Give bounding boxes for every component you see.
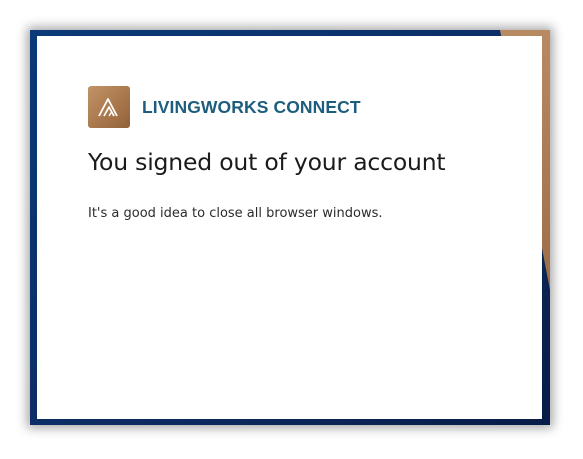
livingworks-logo-icon <box>88 86 130 128</box>
signout-card: LIVINGWORKS CONNECT You signed out of yo… <box>37 36 542 419</box>
brand-header: LIVINGWORKS CONNECT <box>88 86 361 128</box>
mountain-icon <box>98 98 118 117</box>
page-title: You signed out of your account <box>88 148 446 176</box>
signout-window: LIVINGWORKS CONNECT You signed out of yo… <box>30 30 550 425</box>
signout-message: It's a good idea to close all browser wi… <box>88 206 383 221</box>
brand-name: LIVINGWORKS CONNECT <box>142 96 361 117</box>
